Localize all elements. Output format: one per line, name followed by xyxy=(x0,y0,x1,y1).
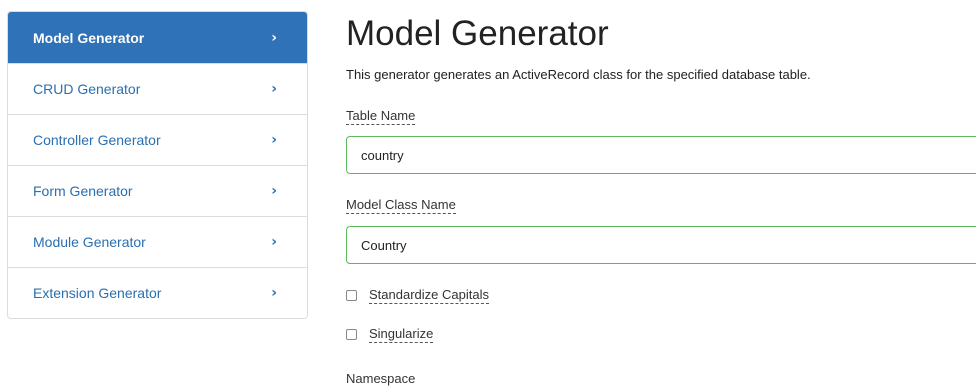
chevron-right-icon: › xyxy=(271,29,277,46)
sidebar-item-controller-generator[interactable]: Controller Generator › xyxy=(8,114,307,165)
chevron-right-icon: › xyxy=(271,234,277,250)
table-name-input[interactable] xyxy=(346,136,976,174)
sidebar-item-label: Module Generator xyxy=(33,234,146,250)
namespace-label: Namespace xyxy=(346,371,416,386)
model-class-name-label: Model Class Name xyxy=(346,197,456,214)
generator-sidebar: Model Generator › CRUD Generator › Contr… xyxy=(7,11,308,319)
singularize-row: Singularize xyxy=(346,326,434,343)
chevron-right-icon: › xyxy=(271,132,277,148)
sidebar-item-module-generator[interactable]: Module Generator › xyxy=(8,216,307,267)
page-description: This generator generates an ActiveRecord… xyxy=(346,67,811,82)
singularize-label[interactable]: Singularize xyxy=(369,326,434,343)
standardize-capitals-row: Standardize Capitals xyxy=(346,287,489,304)
chevron-right-icon: › xyxy=(271,81,277,97)
sidebar-item-label: Extension Generator xyxy=(33,285,162,301)
sidebar-item-form-generator[interactable]: Form Generator › xyxy=(8,165,307,216)
sidebar-item-label: Form Generator xyxy=(33,183,133,199)
chevron-right-icon: › xyxy=(271,285,277,301)
sidebar-item-crud-generator[interactable]: CRUD Generator › xyxy=(8,63,307,114)
sidebar-item-extension-generator[interactable]: Extension Generator › xyxy=(8,267,307,318)
standardize-capitals-label[interactable]: Standardize Capitals xyxy=(369,287,489,304)
model-class-name-input[interactable] xyxy=(346,226,976,264)
sidebar-item-label: CRUD Generator xyxy=(33,81,141,97)
sidebar-item-label: Model Generator xyxy=(33,29,145,46)
page-title: Model Generator xyxy=(346,14,609,53)
chevron-right-icon: › xyxy=(271,183,277,199)
sidebar-item-model-generator[interactable]: Model Generator › xyxy=(8,12,307,63)
table-name-label: Table Name xyxy=(346,108,416,125)
singularize-checkbox[interactable] xyxy=(346,329,357,340)
sidebar-item-label: Controller Generator xyxy=(33,132,161,148)
standardize-capitals-checkbox[interactable] xyxy=(346,290,357,301)
